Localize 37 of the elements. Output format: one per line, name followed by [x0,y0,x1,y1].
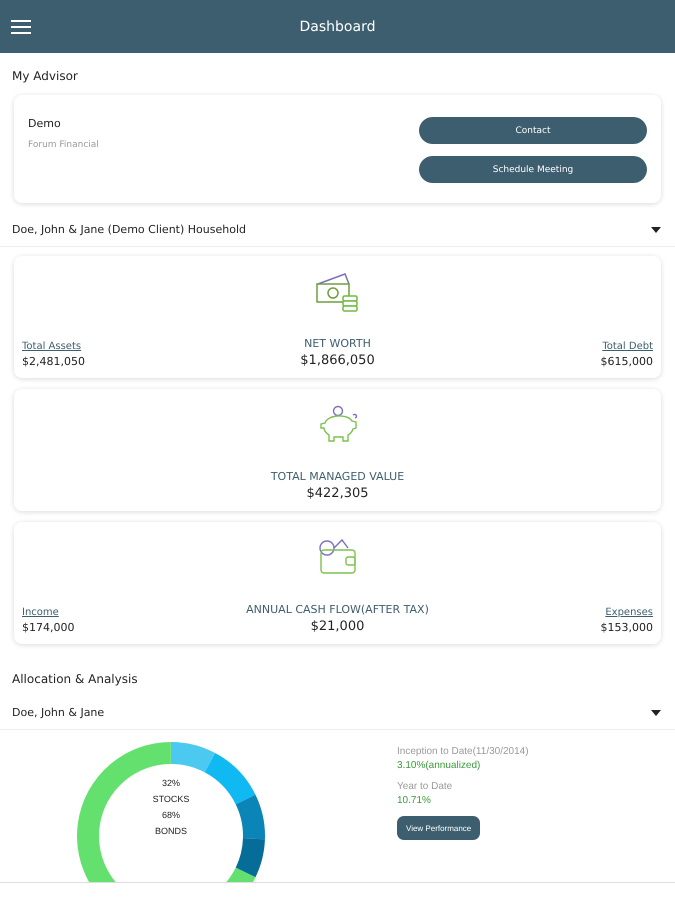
donut-label: BONDS [154,826,187,836]
performance-label: Year to Date [397,781,454,792]
summary-title: NET WORTH [304,337,371,350]
performance-value: 3.10%(annualized) [397,760,482,771]
summary-link[interactable]: Total Debt [602,341,653,352]
household-dropdown[interactable]: Doe, John & Jane (Demo Client) Household [0,203,675,247]
advisor-firm: Forum Financial [28,140,99,150]
caret-icon [651,710,661,716]
summary-value: $1,866,050 [300,353,375,368]
summary-amount: $615,000 [600,355,653,368]
summary-amount: $153,000 [600,621,653,634]
summary-value: $21,000 [310,619,364,634]
account-dropdown[interactable]: Doe, John & Jane [0,686,675,730]
performance-value: 10.71% [397,795,432,806]
summary-title: TOTAL MANAGED VALUE [270,470,404,483]
donut-label: STOCKS [152,794,190,804]
advisor-action-button[interactable]: Schedule Meeting [419,156,647,183]
donut-label: 68% [162,810,180,820]
wallet-icon [318,538,358,576]
section-heading: My Advisor [11,68,79,85]
donut-label: 32% [162,778,180,788]
summary-link[interactable]: Total Assets [22,341,152,352]
summary-amount: $174,000 [22,621,76,634]
summary-link[interactable]: Expenses [605,607,653,618]
cash-icon [314,272,360,314]
performance-label: Inception to Date(11/30/2014) [397,746,529,757]
section-heading: Allocation & Analysis [11,671,139,686]
advisor-action-button[interactable]: Contact [419,117,647,144]
summary-link[interactable]: Income [22,607,152,618]
page-title: Dashboard [300,18,376,34]
summary-title: ANNUAL CASH FLOW(AFTER TAX) [246,603,429,616]
advisor-name: Demo [28,117,62,130]
summary-value: $422,305 [306,486,369,501]
menu-icon[interactable] [11,20,31,34]
caret-icon [651,226,661,232]
view-performance-button[interactable]: View Performance [397,816,480,840]
summary-amount: $2,481,050 [22,355,86,368]
